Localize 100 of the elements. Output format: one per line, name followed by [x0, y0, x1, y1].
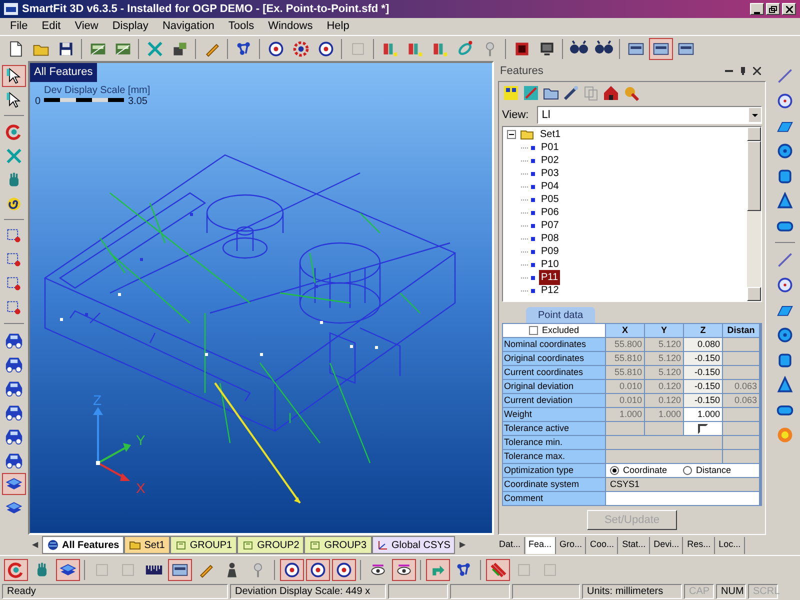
wand-icon[interactable] [562, 84, 580, 102]
scrollbar[interactable] [747, 127, 761, 301]
radio-label[interactable]: Coordinate [623, 464, 668, 478]
tolerance-checkbox[interactable] [698, 424, 708, 434]
tree-item[interactable]: P09 [539, 244, 561, 259]
view-tab[interactable]: GROUP2 [237, 536, 304, 554]
zoom-box-icon [5, 251, 23, 269]
circle-icon [776, 276, 794, 294]
panel-tab[interactable]: Stat... [619, 536, 650, 554]
close-icon[interactable] [753, 67, 761, 75]
excluded-checkbox[interactable] [528, 326, 538, 335]
coordinate-system-field[interactable]: CSYS1 [606, 478, 759, 491]
view-tab[interactable]: All Features [42, 536, 124, 554]
toolbar-button[interactable] [332, 558, 356, 580]
menu-item[interactable]: Windows [266, 18, 315, 35]
column-header: X [606, 324, 644, 337]
cursor-icon [5, 91, 23, 109]
tree-item[interactable]: P07 [539, 218, 561, 233]
tree-item[interactable]: P12 [539, 283, 561, 298]
panel-tab[interactable]: Gro... [556, 536, 586, 554]
rotate-icon [7, 560, 25, 578]
table-cell: 5.120 [645, 366, 683, 379]
x-axis-label: X [136, 480, 146, 496]
row-label: Current deviation [503, 394, 605, 407]
comment-field[interactable] [606, 492, 759, 505]
panel-tab[interactable]: Devi... [650, 536, 684, 554]
minimize-button[interactable] [750, 3, 764, 15]
table-cell: 55.810 [606, 366, 644, 379]
view-tab[interactable]: Global CSYS [372, 536, 456, 554]
view-tab[interactable]: GROUP3 [304, 536, 372, 554]
point-icon [521, 274, 535, 280]
row-label: Tolerance active [503, 422, 605, 435]
radio-button[interactable] [610, 466, 619, 475]
panel-tab[interactable]: Dat... [496, 536, 525, 554]
tree-item[interactable]: P06 [539, 205, 561, 220]
row-label: Original deviation [503, 380, 605, 393]
point-icon [521, 262, 535, 268]
close-icon [786, 6, 792, 12]
scale-title: Dev Display Scale [mm] [44, 84, 150, 97]
3d-viewport[interactable]: All Features Dev Display Scale [mm] 0 3.05 Z Y X [28, 61, 494, 535]
toolbar-button[interactable] [306, 558, 330, 580]
scroll-left-button[interactable]: ◀ [28, 536, 42, 554]
menu-item[interactable]: Tools [226, 18, 256, 35]
point-icon [521, 170, 535, 176]
car-icon [5, 451, 23, 469]
radio-label[interactable]: Distance [696, 464, 732, 478]
toolbar-button[interactable] [168, 558, 192, 580]
maximize-button[interactable] [766, 3, 780, 15]
toolbar-button[interactable] [392, 558, 416, 580]
panel-tab[interactable]: Res... [684, 536, 715, 554]
tree-item[interactable]: Set1 [538, 127, 563, 142]
point-icon [521, 158, 535, 164]
view-tab[interactable]: Set1 [124, 536, 170, 554]
car-icon [5, 355, 23, 373]
view-tab[interactable]: GROUP1 [170, 536, 238, 554]
column-header: Distan [723, 324, 759, 337]
magnet-icon[interactable] [622, 84, 640, 102]
point-icon [521, 210, 535, 216]
tree-item[interactable]: P05 [539, 192, 561, 207]
pin-icon[interactable] [739, 67, 747, 75]
toolbar-button[interactable] [649, 38, 673, 60]
tree-item[interactable]: P01 [539, 140, 561, 155]
menu-item[interactable]: Edit [40, 18, 63, 35]
window-title: SmartFit 3D v6.3.5 - Installed for OGP DEMO - [Ex. Point-to-Point.sfd *] [22, 2, 390, 17]
panel-tab[interactable]: Fea... [526, 536, 556, 554]
menu-item[interactable]: Navigation [160, 18, 216, 35]
toolbar-button[interactable] [280, 558, 304, 580]
menu-item[interactable]: View [72, 18, 100, 35]
menu-item[interactable]: Display [110, 18, 150, 35]
menu-item[interactable]: Help [324, 18, 352, 35]
target-icon [267, 40, 285, 58]
close-button[interactable] [782, 3, 796, 15]
weight-field[interactable]: 1.000 [684, 408, 722, 421]
table-cell: 5.120 [645, 338, 683, 351]
row-label: Optimization type [503, 464, 605, 477]
status-pane [450, 584, 510, 599]
radio-button[interactable] [683, 466, 692, 475]
connected-nodes-icon [235, 40, 253, 58]
minimize-icon[interactable] [725, 67, 733, 75]
feature-set-icon[interactable] [522, 84, 540, 102]
feature-set-icon[interactable] [502, 84, 520, 102]
tree-item[interactable]: P03 [539, 166, 561, 181]
menu-item[interactable]: File [8, 18, 30, 35]
panel-tab[interactable]: Loc... [716, 536, 745, 554]
tree-item[interactable]: P02 [539, 153, 561, 168]
tree-item[interactable]: P10 [539, 257, 561, 272]
point-icon [521, 248, 535, 254]
house-icon[interactable] [602, 84, 620, 102]
status-message: Ready [2, 584, 228, 599]
panel-tab[interactable]: Coo... [587, 536, 618, 554]
view-dropdown[interactable]: Ll [536, 106, 762, 124]
table-cell: 0.063 [723, 380, 759, 393]
tree-item[interactable]: P11 [539, 270, 560, 285]
globe-icon [47, 539, 59, 551]
point-data-tab[interactable]: Point data [526, 307, 596, 323]
scroll-right-button[interactable]: ▶ [455, 536, 470, 554]
tree-item[interactable]: P08 [539, 231, 561, 246]
toolbar-button[interactable] [2, 65, 26, 87]
collapse-box-icon[interactable] [507, 130, 516, 139]
tree-item[interactable]: P04 [539, 179, 561, 194]
